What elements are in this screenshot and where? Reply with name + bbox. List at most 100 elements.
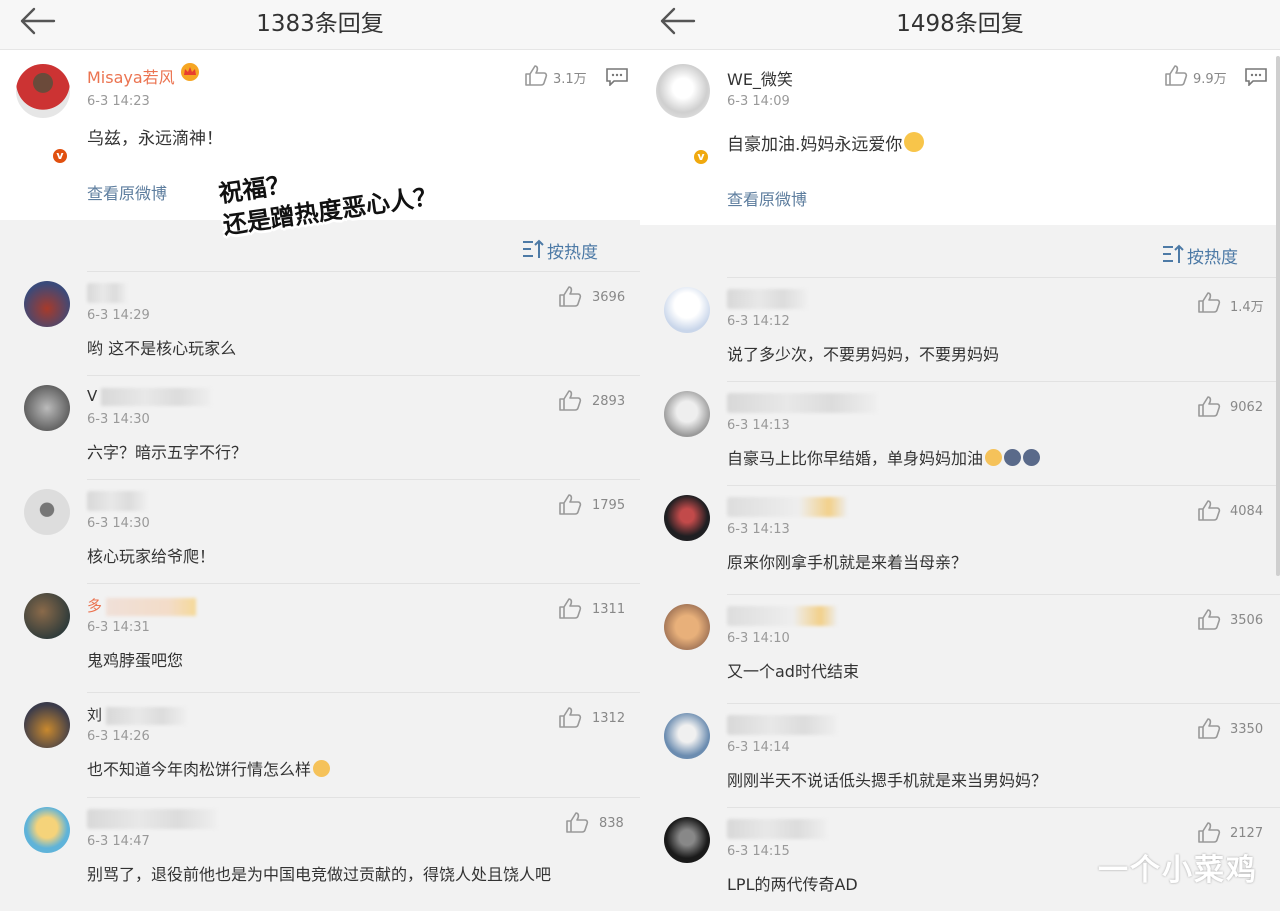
avatar[interactable] [664,604,710,650]
avatar[interactable] [24,489,70,535]
top-bar: 1383条回复 [0,0,640,50]
avatar[interactable] [24,702,70,748]
avatar[interactable] [24,281,70,327]
thumbs-up-icon[interactable] [1197,395,1221,417]
comment-time: 6-3 14:13 [727,522,790,537]
comment-text: 原来你刚拿手机就是来着当母亲？ [727,553,968,572]
like-count: 1.4万 [1230,300,1264,315]
comment-item: 6-3 14:12 说了多少次，不要男妈妈，不要男妈妈 1.4万 [640,277,1280,381]
right-reply-panel: 1498条回复 v WE_微笑 6-3 14:09 自豪加油.妈妈永远爱你 查看… [640,0,1280,911]
original-post: v WE_微笑 6-3 14:09 自豪加油.妈妈永远爱你 查看原微博 9.9万 [640,50,1280,225]
thumbs-up-icon[interactable] [558,493,582,515]
like-count: 9062 [1230,400,1264,415]
username[interactable]: WE_微笑 [727,66,793,90]
avatar[interactable] [656,64,710,118]
comment-time: 6-3 14:29 [87,308,150,323]
thumbs-up-icon[interactable] [558,389,582,411]
blurred-username[interactable] [727,819,827,839]
sort-by-hot-label[interactable]: 按热度 [547,238,598,263]
comment-item: 6-3 14:13 自豪马上比你早结婚，单身妈妈加油 9062 [640,381,1280,485]
avatar[interactable] [24,593,70,639]
verified-badge-icon: v [51,147,69,165]
like-count: 9.9万 [1193,72,1227,87]
thumbs-up-icon[interactable] [1197,717,1221,739]
comment-time: 6-3 14:31 [87,620,150,635]
comment-time: 6-3 14:12 [727,314,790,329]
blurred-username[interactable] [727,715,837,735]
thumbs-up-icon[interactable] [565,811,589,833]
comment-item: 6-3 14:30 核心玩家给爷爬！ 1795 [0,479,640,583]
avatar[interactable] [664,495,710,541]
avatar[interactable] [664,287,710,333]
crying-emoji-icon [904,132,925,152]
comment-item: 刘 6-3 14:26 也不知道今年肉松饼行情怎么样 1312 [0,692,640,796]
thumbs-up-icon[interactable] [524,64,548,86]
avatar[interactable] [664,817,710,863]
comment-text: 哟 这不是核心玩家么 [87,339,237,358]
husky-emoji-icon [1023,449,1041,466]
comment-item: 6-3 14:14 刚刚半天不说话低头摁手机就是来当男妈妈？ 3350 [640,703,1280,807]
like-count: 3.1万 [553,72,587,87]
comment-text: 也不知道今年肉松饼行情怎么样 [87,756,331,780]
blurred-username[interactable]: 多 [87,595,207,616]
blurred-username[interactable] [727,393,877,413]
like-count: 2127 [1230,826,1264,841]
avatar[interactable] [24,385,70,431]
avatar[interactable] [664,391,710,437]
top-bar: 1498条回复 [640,0,1280,50]
comment-icon[interactable] [1245,68,1267,86]
comment-item: 多 6-3 14:31 鬼鸡脖蛋吧您 1311 [0,583,640,687]
post-time: 6-3 14:09 [727,94,790,109]
sort-bar: 按热度 [640,227,1280,279]
blurred-username[interactable] [87,491,147,511]
blurred-username[interactable]: V [87,387,217,407]
comment-time: 6-3 14:26 [87,729,150,744]
left-reply-panel: 1383条回复 v Misaya若风 6-3 14:23 乌兹，永远滴神！ 查看… [0,0,640,911]
comment-text: 自豪马上比你早结婚，单身妈妈加油 [727,445,1041,469]
scrollbar[interactable] [1276,56,1280,576]
sort-icon[interactable] [1162,244,1184,264]
thumbs-up-icon[interactable] [558,597,582,619]
watermark: 一个小菜鸡 [1098,853,1258,888]
post-text: 自豪加油.妈妈永远爱你 [727,130,925,155]
like-count: 1312 [592,711,626,726]
cat-emoji-icon [985,449,1003,466]
sort-icon[interactable] [522,239,544,259]
like-count: 3350 [1230,722,1264,737]
thumbs-up-icon[interactable] [1197,821,1221,843]
comment-icon[interactable] [606,68,628,86]
comment-text: 别骂了，退役前他也是为中国电竞做过贡献的，得饶人处且饶人吧 [87,865,552,884]
reply-count-title: 1498条回复 [896,11,1024,37]
comment-item: 6-3 14:29 哟 这不是核心玩家么 3696 [0,271,640,375]
blurred-username[interactable] [727,289,807,309]
like-count: 1311 [592,602,626,617]
like-count: 4084 [1230,504,1264,519]
thumbs-up-icon[interactable] [1197,291,1221,313]
sort-by-hot-label[interactable]: 按热度 [1187,243,1238,268]
avatar[interactable] [16,64,70,118]
like-count: 1795 [592,498,626,513]
blurred-username[interactable] [727,497,847,517]
thumbs-up-icon[interactable] [1197,608,1221,630]
comment-text: 六字？暗示五字不行？ [87,443,248,462]
blurred-username[interactable] [727,606,837,626]
blurred-username[interactable]: 刘 [87,704,197,725]
blurred-username[interactable] [87,809,217,829]
thumbs-up-icon[interactable] [558,706,582,728]
like-count: 3506 [1230,613,1264,628]
like-count: 2893 [592,394,626,409]
thumbs-up-icon[interactable] [1164,64,1188,86]
avatar[interactable] [664,713,710,759]
comment-time: 6-3 14:30 [87,412,150,427]
username[interactable]: Misaya若风 [87,64,175,88]
thumbs-up-icon[interactable] [1197,499,1221,521]
comment-text: 鬼鸡脖蛋吧您 [87,651,184,670]
thumbs-up-icon[interactable] [558,285,582,307]
avatar[interactable] [24,807,70,853]
view-original-link[interactable]: 查看原微博 [87,180,167,204]
view-original-link[interactable]: 查看原微博 [727,186,807,210]
comment-time: 6-3 14:47 [87,834,150,849]
comment-text: 核心玩家给爷爬！ [87,547,216,566]
comment-time: 6-3 14:30 [87,516,150,531]
blurred-username[interactable] [87,283,127,303]
